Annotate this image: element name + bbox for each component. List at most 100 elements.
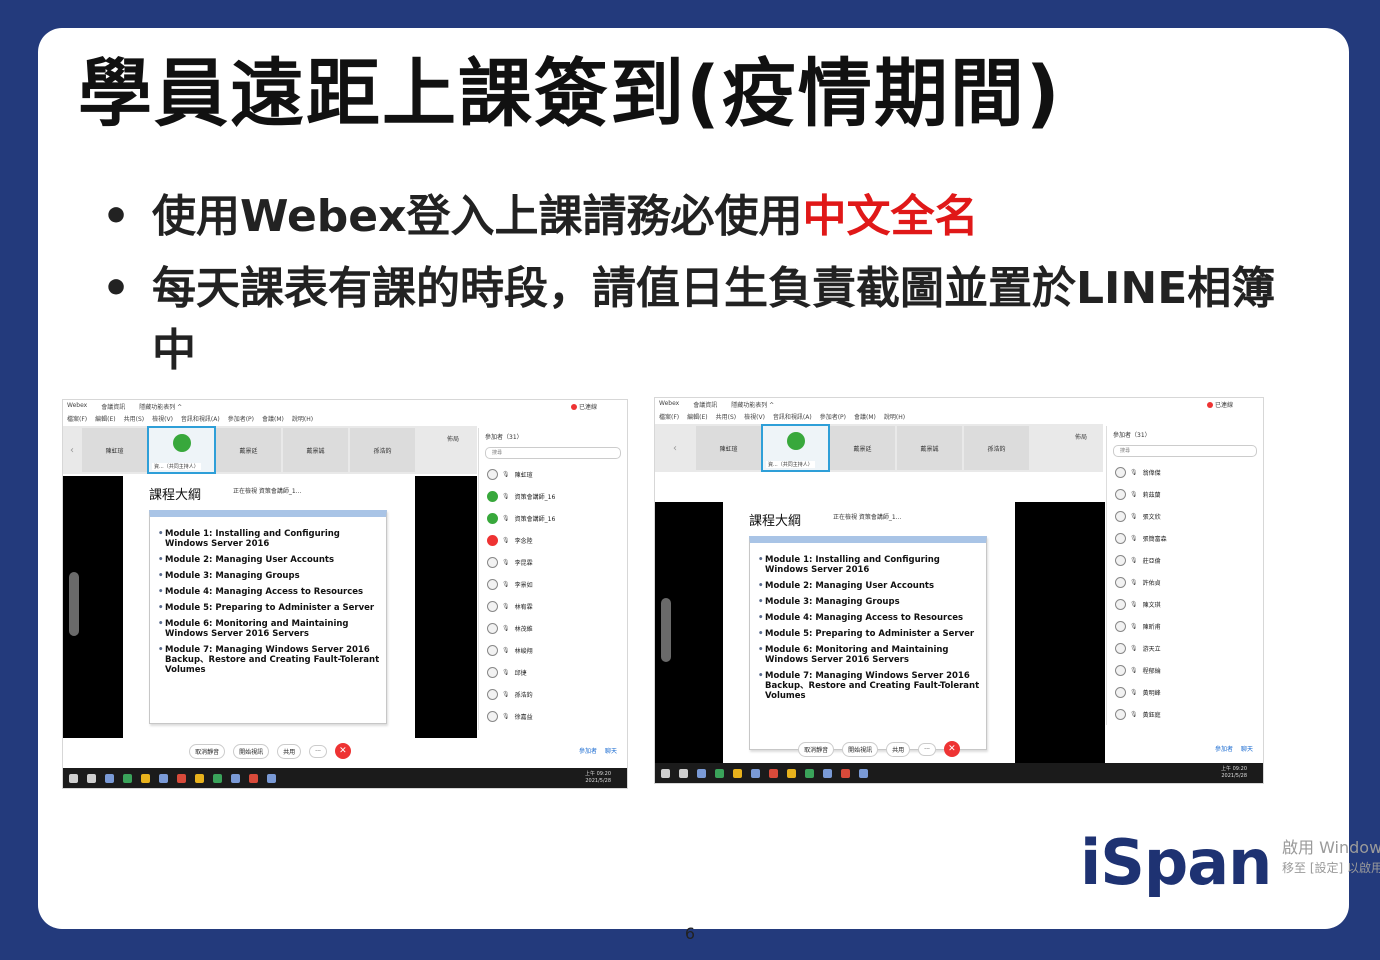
app-icon[interactable] (105, 773, 114, 783)
end-call-button[interactable]: ✕ (334, 743, 351, 759)
participant-row[interactable]: 🎙 張簡富森 (1107, 527, 1263, 549)
participant-row[interactable]: 🎙 林宥霖 (479, 595, 627, 617)
video-thumbnail[interactable]: 戴景誠 (897, 426, 962, 470)
participant-row[interactable]: 🎙 資策會講師_16 (479, 507, 627, 529)
menu-item[interactable]: 共用(S) (124, 414, 145, 423)
unmute-button[interactable]: 取消靜音 (798, 741, 835, 757)
participant-row[interactable]: 🎙 林茂維 (479, 617, 627, 639)
video-thumbnail[interactable]: 孫浩鈞 (964, 426, 1029, 470)
annotation-toolbar[interactable] (69, 572, 79, 636)
start-video-button[interactable]: 開始視訊 (233, 743, 270, 759)
video-thumbnail-active[interactable]: 資...（共同主持人） (147, 426, 216, 474)
app-icon[interactable] (249, 773, 258, 783)
app-icon[interactable] (841, 768, 850, 778)
app-icon[interactable] (231, 773, 240, 783)
menu-item[interactable]: 編輯(E) (687, 412, 707, 421)
participant-row[interactable]: 🎙 資策會講師_16 (479, 485, 627, 507)
windows-start-icon[interactable] (69, 773, 78, 783)
app-icon[interactable] (177, 773, 186, 783)
participant-row[interactable]: 🎙 陳文琪 (1107, 593, 1263, 615)
participant-row[interactable]: 🎙 翁偉傑 (1107, 461, 1263, 483)
meeting-info-link[interactable]: 會議資訊 (693, 400, 717, 409)
share-button[interactable]: 共用 (886, 741, 911, 757)
annotation-toolbar[interactable] (661, 598, 671, 662)
video-thumbnail[interactable]: 孫浩鈞 (350, 428, 415, 472)
app-icon[interactable] (769, 768, 778, 778)
menu-item[interactable]: 音訊和視訊(A) (181, 414, 220, 423)
hide-menu-toggle[interactable]: 隱藏功能表列 ^ (731, 400, 774, 409)
video-thumbnail-active[interactable]: 資...（共同主持人） (761, 424, 830, 472)
participant-row[interactable]: 🎙 許佑貞 (1107, 571, 1263, 593)
search-icon[interactable] (679, 768, 688, 778)
menu-item[interactable]: 參加者(P) (820, 412, 846, 421)
participant-row[interactable]: 🎙 游天立 (1107, 637, 1263, 659)
layout-button[interactable]: 佈局 (1075, 432, 1087, 441)
menu-item[interactable]: 參加者(P) (228, 414, 254, 423)
app-icon[interactable] (715, 768, 724, 778)
app-icon[interactable] (195, 773, 204, 783)
app-icon[interactable] (805, 768, 814, 778)
app-icon[interactable] (213, 773, 222, 783)
participant-row[interactable]: 🎙 黃鈺庭 (1107, 703, 1263, 725)
more-button[interactable]: ··· (309, 744, 327, 758)
chevron-left-icon[interactable]: ‹ (655, 424, 695, 472)
app-icon[interactable] (267, 773, 276, 783)
chevron-left-icon[interactable]: ‹ (63, 426, 81, 474)
menu-item[interactable]: 檔案(F) (659, 412, 679, 421)
participant-row[interactable]: 🎙 李念陸 (479, 529, 627, 551)
menu-item[interactable]: 音訊和視訊(A) (773, 412, 812, 421)
browser-icon[interactable] (159, 773, 168, 783)
participant-row[interactable]: 🎙 李昆霖 (479, 551, 627, 573)
app-icon[interactable] (859, 768, 868, 778)
participant-row[interactable]: 🎙 孫浩鈞 (479, 683, 627, 705)
browser-icon[interactable] (751, 768, 760, 778)
participant-row[interactable]: 🎙 林峻翔 (479, 639, 627, 661)
participant-row[interactable]: 🎙 張文欣 (1107, 505, 1263, 527)
participant-row[interactable]: 🎙 陳虹瑄 (479, 463, 627, 485)
more-button[interactable]: ··· (918, 742, 936, 756)
participant-row[interactable]: 🎙 莊亞倫 (1107, 549, 1263, 571)
folder-icon[interactable] (733, 768, 742, 778)
participant-search-input[interactable]: 搜尋 (1113, 445, 1257, 457)
participants-header[interactable]: 參加者（31） (479, 428, 627, 445)
participant-row[interactable]: 🎙 莉茲蘭 (1107, 483, 1263, 505)
video-thumbnail[interactable]: 戴景誠 (283, 428, 348, 472)
share-button[interactable]: 共用 (277, 743, 302, 759)
participant-row[interactable]: 🎙 程郁綸 (1107, 659, 1263, 681)
start-video-button[interactable]: 開始視訊 (842, 741, 879, 757)
menu-item[interactable]: 說明(H) (884, 412, 905, 421)
chat-button[interactable]: 聊天 (605, 746, 617, 755)
menu-item[interactable]: 共用(S) (716, 412, 737, 421)
participant-row[interactable]: 🎙 徐嘉益 (479, 705, 627, 727)
app-icon[interactable] (787, 768, 796, 778)
search-icon[interactable] (87, 773, 96, 783)
menu-item[interactable]: 編輯(E) (95, 414, 115, 423)
menu-item[interactable]: 會議(M) (854, 412, 876, 421)
participant-row[interactable]: 🎙 黃明峰 (1107, 681, 1263, 703)
video-thumbnail[interactable]: 戴景廷 (216, 428, 281, 472)
video-thumbnail[interactable]: 陳虹瑄 (82, 428, 147, 472)
folder-icon[interactable] (141, 773, 150, 783)
video-thumbnail[interactable]: 戴景廷 (830, 426, 895, 470)
menu-item[interactable]: 檔案(F) (67, 414, 87, 423)
participant-row[interactable]: 🎙 李景如 (479, 573, 627, 595)
end-call-button[interactable]: ✕ (943, 741, 960, 757)
participant-row[interactable]: 🎙 邱捷 (479, 661, 627, 683)
unmute-button[interactable]: 取消靜音 (189, 743, 226, 759)
participant-row[interactable]: 🎙 陳昕甫 (1107, 615, 1263, 637)
participant-search-input[interactable]: 搜尋 (485, 447, 621, 459)
app-icon[interactable] (123, 773, 132, 783)
windows-start-icon[interactable] (661, 768, 670, 778)
menu-item[interactable]: 說明(H) (292, 414, 313, 423)
menu-item[interactable]: 檢視(V) (152, 414, 173, 423)
hide-menu-toggle[interactable]: 隱藏功能表列 ^ (139, 402, 182, 411)
participants-button[interactable]: 參加者 (579, 746, 597, 755)
video-thumbnail[interactable]: 陳虹瑄 (696, 426, 761, 470)
chat-button[interactable]: 聊天 (1241, 744, 1253, 753)
app-icon[interactable] (697, 768, 706, 778)
participants-header[interactable]: 參加者（31） (1107, 426, 1263, 443)
app-icon[interactable] (823, 768, 832, 778)
participants-button[interactable]: 參加者 (1215, 744, 1233, 753)
meeting-info-link[interactable]: 會議資訊 (101, 402, 125, 411)
layout-button[interactable]: 佈局 (447, 434, 459, 443)
